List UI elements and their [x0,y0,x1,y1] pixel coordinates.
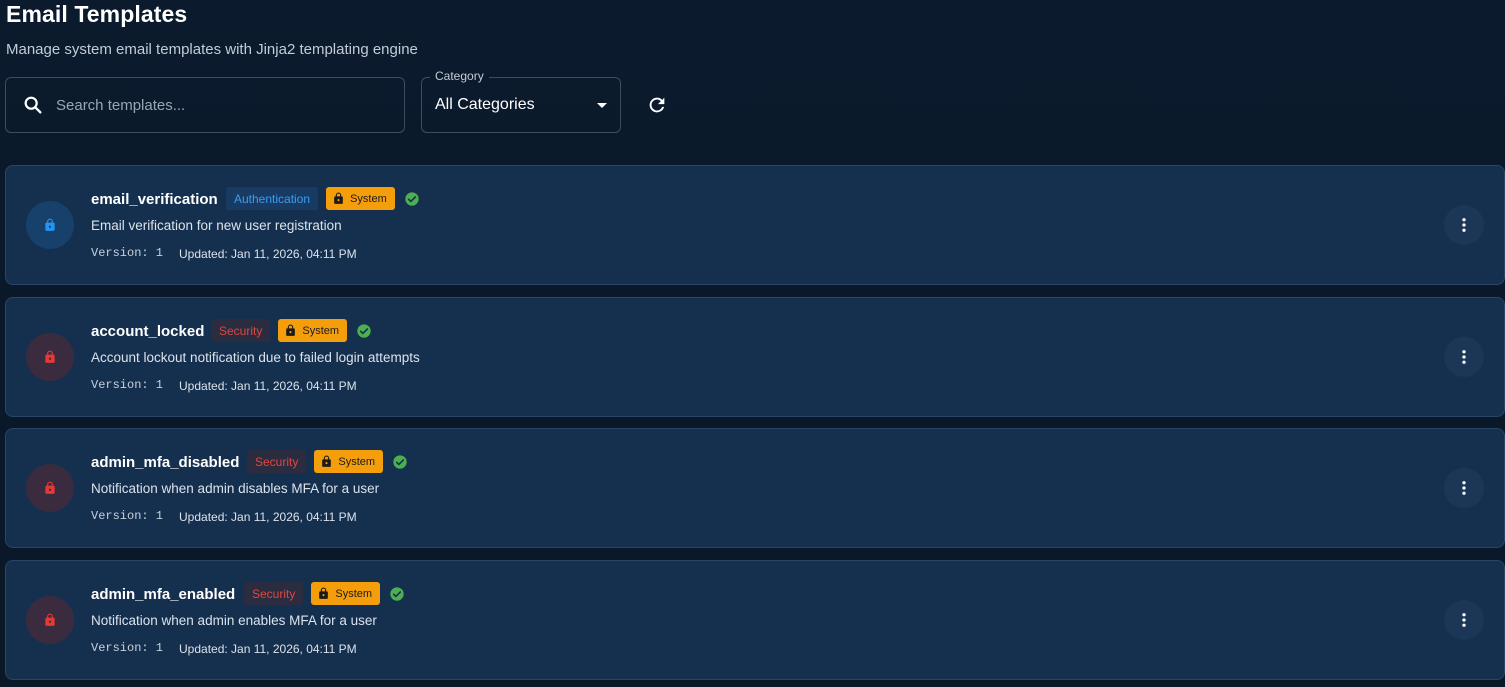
lock-icon [45,613,55,626]
template-avatar [26,596,74,644]
check-circle-icon [393,454,407,469]
system-badge: System [314,450,384,473]
system-badge-label: System [338,455,376,468]
template-description: Notification when admin enables MFA for … [91,613,377,628]
template-card[interactable]: admin_mfa_disabled Security System Notif… [5,428,1505,548]
more-vertical-icon [1462,218,1466,232]
more-options-button[interactable] [1444,205,1484,245]
template-badges: Authentication System [226,187,420,210]
more-vertical-icon [1462,613,1466,627]
template-name: admin_mfa_enabled [91,586,236,603]
check-circle-icon [357,323,371,338]
lock-icon [45,481,55,494]
refresh-button[interactable] [643,91,671,119]
more-options-button[interactable] [1444,468,1484,508]
template-badges: Security System [247,450,408,473]
template-description: Email verification for new user registra… [91,218,342,233]
template-updated: Updated: Jan 11, 2026, 04:11 PM [179,642,357,656]
search-input[interactable] [56,96,376,114]
email-templates-page: Email Templates Manage system email temp… [0,0,1505,687]
page-title: Email Templates [6,1,188,27]
more-options-button[interactable] [1444,600,1484,640]
system-badge: System [326,187,395,210]
system-badge: System [311,582,381,605]
lock-icon [286,324,296,336]
template-name: email_verification [91,191,218,208]
category-badge: Authentication [226,187,319,210]
more-options-button[interactable] [1444,337,1484,377]
more-vertical-icon [1462,350,1466,364]
template-avatar [26,201,74,249]
category-badge: Security [247,450,307,473]
category-badge: Security [211,319,271,342]
category-select[interactable]: Category All Categories [421,69,621,133]
template-version: Version: 1 [91,378,164,392]
check-circle-icon [390,586,404,601]
system-badge-label: System [350,192,387,205]
template-description: Account lockout notification due to fail… [91,350,420,365]
template-version: Version: 1 [91,246,164,260]
system-badge: System [278,319,348,342]
template-updated: Updated: Jan 11, 2026, 04:11 PM [179,510,357,524]
lock-icon [45,218,55,231]
lock-icon [319,587,329,599]
template-name: admin_mfa_disabled [91,454,240,471]
template-avatar [26,464,74,512]
lock-icon [322,455,332,467]
template-badges: Security System [211,319,372,342]
category-label: Category [430,69,489,83]
template-description: Notification when admin disables MFA for… [91,481,380,496]
system-badge-label: System [302,324,340,337]
chevron-down-icon [597,103,607,108]
page-subtitle: Manage system email templates with Jinja… [6,41,418,58]
check-circle-icon [405,191,419,206]
system-badge-label: System [335,587,373,600]
template-name: account_locked [91,323,205,340]
template-card[interactable]: email_verification Authentication System… [5,165,1505,285]
search-icon [24,96,42,114]
category-badge: Security [244,582,304,605]
template-updated: Updated: Jan 11, 2026, 04:11 PM [179,247,357,261]
template-card[interactable]: admin_mfa_enabled Security System Notifi… [5,560,1505,680]
template-card[interactable]: account_locked Security System Account l… [5,297,1505,417]
template-updated: Updated: Jan 11, 2026, 04:11 PM [179,379,357,393]
template-version: Version: 1 [91,509,164,523]
category-value: All Categories [435,96,535,113]
template-badges: Security System [244,582,405,605]
search-field[interactable] [5,77,405,133]
lock-icon [334,192,343,204]
lock-icon [45,350,55,363]
more-vertical-icon [1462,481,1466,495]
template-avatar [26,333,74,381]
template-version: Version: 1 [91,641,164,655]
refresh-icon [649,97,665,113]
